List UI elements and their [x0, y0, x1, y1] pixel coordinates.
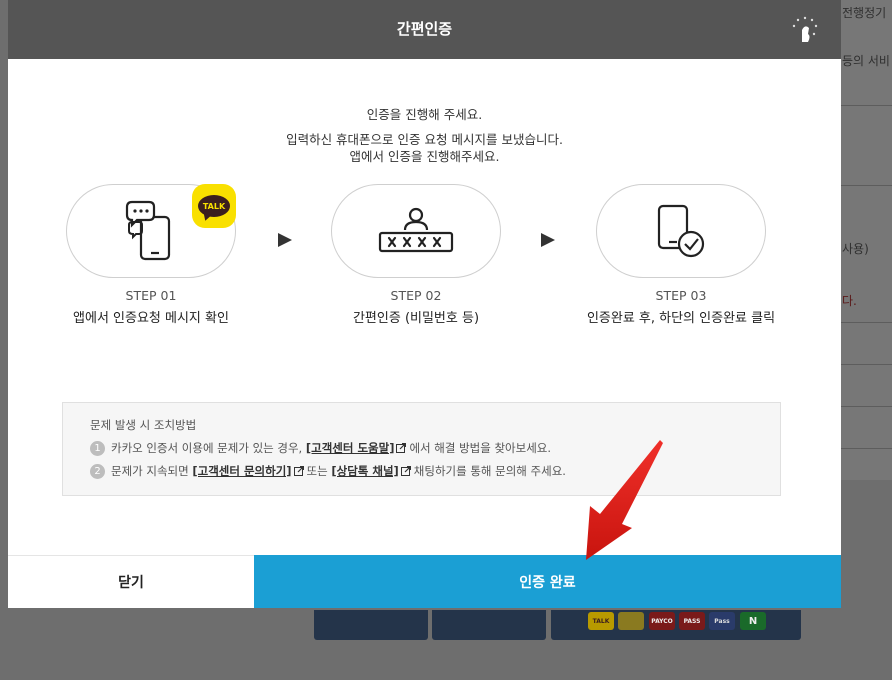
help-row: 2 문제가 지속되면 [고객센터 문의하기] 또는 [상담톡 채널] 채팅하기를…: [90, 463, 780, 479]
pass-logo: Pass: [709, 612, 735, 630]
step-arrow-icon: [541, 233, 555, 247]
intro-line: 인증을 진행해 주세요.: [366, 107, 483, 122]
close-button[interactable]: 닫기: [8, 555, 254, 608]
external-link-icon: [396, 443, 407, 453]
external-link-icon: [293, 466, 304, 476]
help-box: 문제 발생 시 조치방법 1 카카오 인증서 이용에 문제가 있는 경우, [고…: [62, 402, 781, 496]
help-row: 1 카카오 인증서 이용에 문제가 있는 경우, [고객센터 도움말] 에서 해…: [90, 440, 780, 456]
step-number: STEP 03: [655, 288, 707, 303]
number-badge: 1: [90, 440, 105, 456]
background-button: [314, 610, 428, 640]
bank-logo: [618, 612, 644, 630]
pass-logo: PASS: [679, 612, 705, 630]
modal-title: 간편인증: [396, 20, 453, 38]
help-center-link[interactable]: [고객센터 도움말]: [306, 440, 395, 456]
step-description: 간편인증 (비밀번호 등): [352, 311, 480, 326]
background-divider: [838, 364, 892, 365]
phone-chat-icon: [125, 200, 171, 261]
help-text: 카카오 인증서 이용에 문제가 있는 경우,: [111, 441, 303, 455]
step-number: STEP 01: [125, 288, 177, 303]
intro-line: 앱에서 인증을 진행해주세요.: [349, 149, 500, 164]
help-text: 또는: [306, 464, 328, 478]
step-description: 앱에서 인증요청 메시지 확인: [73, 311, 229, 326]
talk-bubble-icon: TALK: [198, 195, 230, 217]
step-description: 인증완료 후, 하단의 인증완료 클릭: [586, 311, 776, 326]
background-text: 전행정기: [842, 6, 887, 20]
background-divider: [838, 406, 892, 407]
help-title: 문제 발생 시 조치방법: [90, 418, 197, 432]
background-divider: [838, 185, 892, 186]
external-link-icon: [400, 466, 411, 476]
payco-logo: PAYCO: [649, 612, 675, 630]
inquiry-link[interactable]: [고객센터 문의하기]: [192, 463, 291, 479]
auth-modal: 간편인증 인증을 진행해 주세요. 입력하신 휴대폰으로 인증 요청 메시지를 …: [8, 0, 841, 608]
background-divider: [838, 322, 892, 323]
number-badge: 2: [90, 463, 105, 479]
help-text: 채팅하기를 통해 문의해 주세요.: [413, 464, 566, 478]
sparkle-icon: [792, 16, 818, 42]
phone-check-icon: [657, 204, 705, 258]
help-text: 문제가 지속되면: [111, 464, 189, 478]
background-text: 등의 서비: [842, 54, 890, 68]
step-03-circle: [596, 184, 766, 278]
chat-channel-link[interactable]: [상담톡 채널]: [331, 463, 398, 479]
background-button: [432, 610, 546, 640]
kakao-logo: TALK: [588, 612, 614, 630]
background-divider: [838, 448, 892, 449]
help-text: 에서 해결 방법을 찾아보세요.: [409, 441, 552, 455]
complete-auth-button[interactable]: 인증 완료: [254, 555, 841, 608]
step-02-circle: [331, 184, 501, 278]
background-text: 사용): [842, 242, 869, 256]
modal-header: 간편인증: [8, 0, 841, 59]
background-text: 다.: [842, 294, 857, 308]
intro-text: 인증을 진행해 주세요. 입력하신 휴대폰으로 인증 요청 메시지를 보냈습니다…: [8, 106, 841, 165]
user-password-icon: [378, 207, 454, 253]
annotation-arrow-icon: [586, 440, 663, 560]
step-number: STEP 02: [390, 288, 442, 303]
kakao-talk-badge: TALK: [192, 184, 236, 228]
background-divider: [838, 105, 892, 106]
step-arrow-icon: [278, 233, 292, 247]
naver-logo: N: [740, 612, 766, 630]
intro-line: 입력하신 휴대폰으로 인증 요청 메시지를 보냈습니다.: [286, 132, 563, 147]
